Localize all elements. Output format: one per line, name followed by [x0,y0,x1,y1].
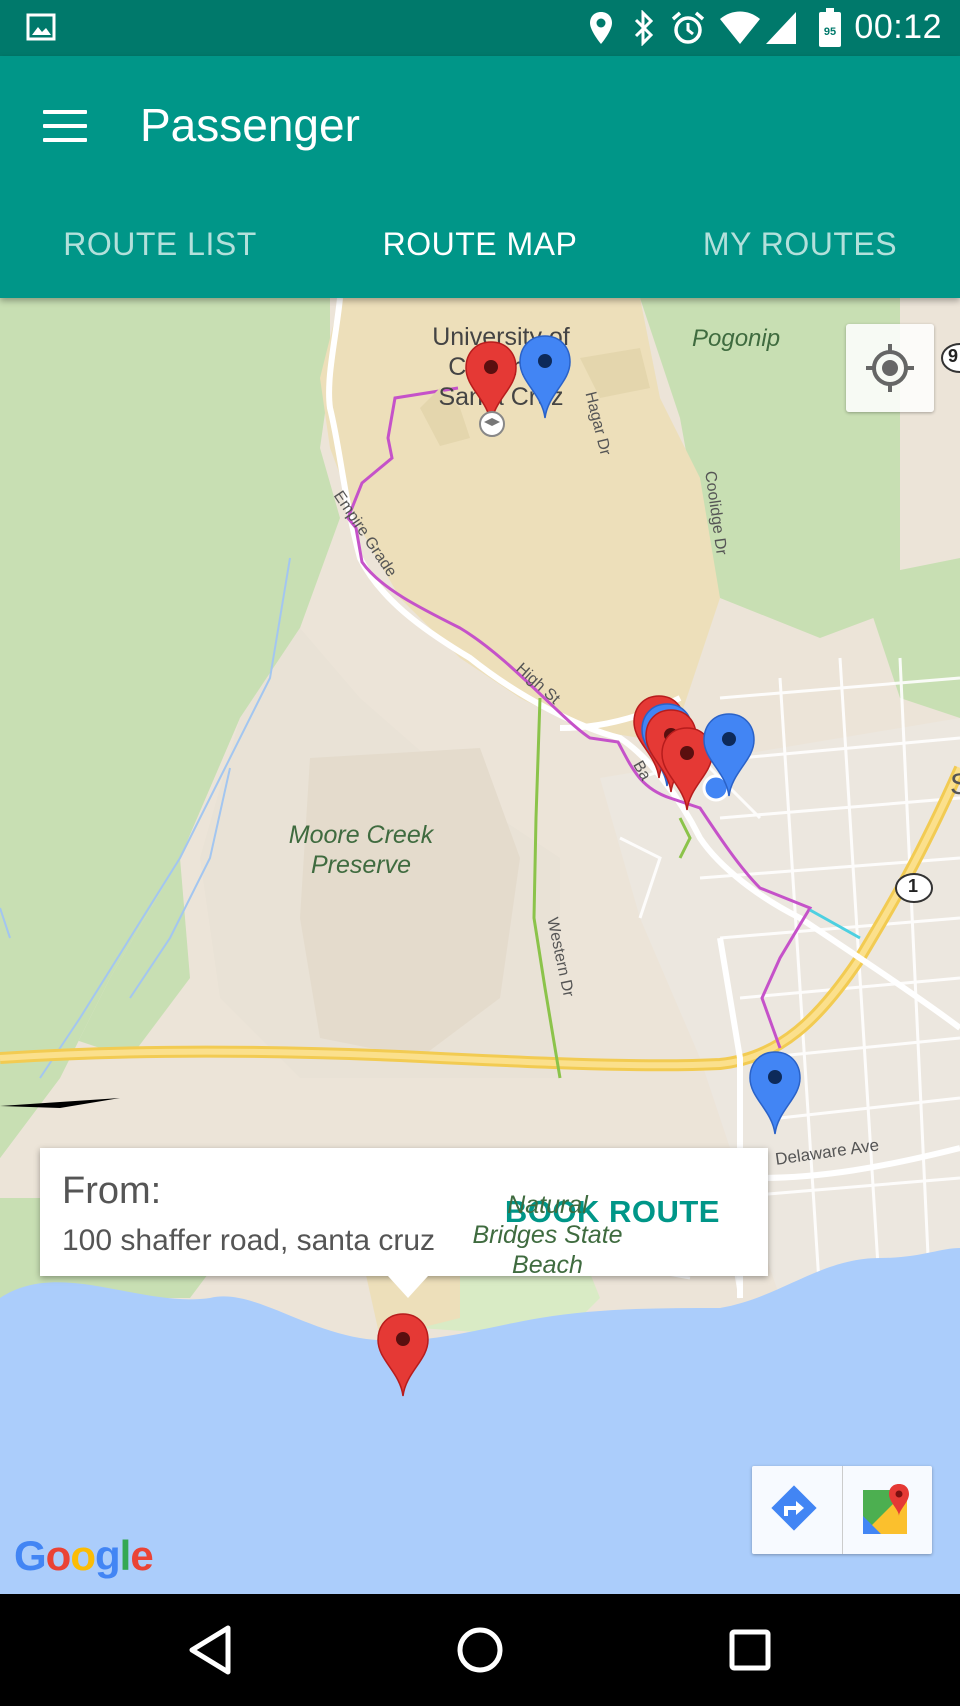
tab-bar: ROUTE LIST ROUTE MAP MY ROUTES [0,216,960,298]
hamburger-menu-icon[interactable] [30,96,100,156]
tab-route-list[interactable]: ROUTE LIST [0,216,320,298]
tab-my-routes[interactable]: MY ROUTES [640,216,960,298]
moore-creek-label: Moore Creek Preserve [288,821,434,879]
directions-icon [771,1485,817,1531]
signal-icon [766,12,796,44]
tab-route-map[interactable]: ROUTE MAP [320,216,640,298]
clock: 00:12 [854,8,942,46]
side-label: S [950,768,960,802]
page-title: Passenger [140,99,360,151]
blue-marker-mission[interactable] [748,1050,802,1136]
natural-bridges-label: Natural Bridges State Beach [472,1191,623,1279]
google-logo: Google [14,1532,154,1579]
marker-info-window: From: 100 shaffer road, santa cruz BOOK … [40,1148,768,1298]
home-icon[interactable] [450,1620,510,1680]
blue-marker-bay[interactable] [702,712,756,798]
my-location-icon [866,344,914,392]
location-icon [590,12,612,44]
battery-icon: 95 [819,8,841,47]
my-location-button[interactable] [846,324,934,412]
blue-marker-ucsc[interactable] [518,334,572,420]
from-address: 100 shaffer road, santa cruz [62,1224,436,1257]
red-marker-natural-bridges[interactable] [376,1312,430,1398]
university-icon [479,411,505,437]
directions-button[interactable] [752,1466,842,1554]
highway-1-label: 1 [908,876,919,896]
map-canvas[interactable] [0,298,960,1594]
bluetooth-icon [634,10,654,46]
map-toolbar [752,1466,932,1554]
open-in-maps-button[interactable] [841,1466,933,1554]
route-map[interactable]: University of California Santa Cruz Pogo… [0,298,960,1594]
from-label: From: [62,1170,162,1212]
image-icon [26,13,56,41]
navigation-bar [0,1594,960,1706]
back-icon[interactable] [180,1620,240,1680]
svg-text:95: 95 [824,26,836,38]
highway-9-label: 9 [948,346,959,366]
recents-icon[interactable] [720,1620,780,1680]
app-bar: Passenger ROUTE LIST ROUTE MAP MY ROUTES [0,56,960,298]
google-maps-icon [862,1484,909,1534]
status-bar: 95 00:12 [0,0,960,56]
wifi-icon [720,11,760,44]
alarm-icon [671,11,705,44]
pogonip-label: Pogonip [692,325,781,352]
